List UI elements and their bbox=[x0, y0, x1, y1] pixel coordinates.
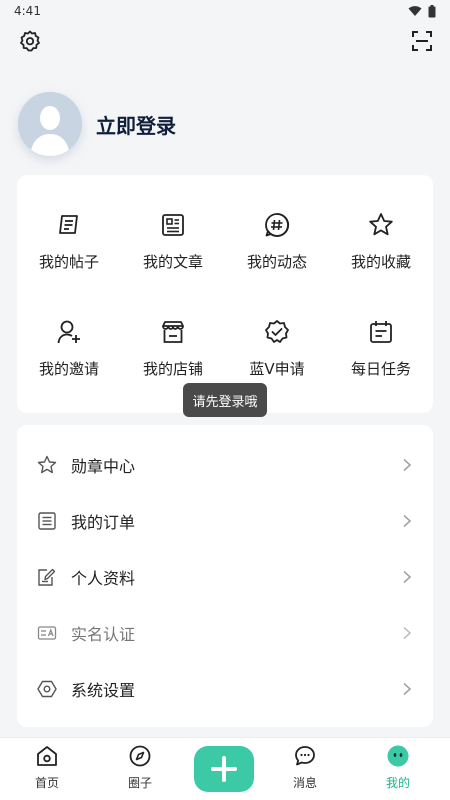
battery-icon bbox=[428, 4, 436, 17]
wifi-icon bbox=[408, 6, 422, 16]
grid-label: 我的店铺 bbox=[142, 360, 203, 378]
grid-item-my-moments[interactable]: 我的动态 bbox=[225, 189, 329, 296]
grid-label: 我的收藏 bbox=[350, 253, 411, 271]
star-icon bbox=[369, 213, 393, 236]
chevron-right-icon bbox=[403, 570, 412, 584]
grid-label: 每日任务 bbox=[350, 360, 411, 378]
grid-item-my-posts[interactable]: 我的帖子 bbox=[17, 189, 121, 296]
settings-button[interactable] bbox=[16, 27, 44, 55]
status-time: 4:41 bbox=[14, 4, 41, 18]
status-bar: 4:41 bbox=[0, 0, 450, 22]
post-icon bbox=[59, 215, 78, 234]
settings-list-card: 勋章中心 我的订单 个人资料 实名认证 系统设置 bbox=[17, 425, 433, 727]
list-label: 系统设置 bbox=[71, 681, 136, 700]
profile-face-icon bbox=[387, 745, 409, 767]
order-list-icon bbox=[38, 512, 56, 530]
article-icon bbox=[162, 214, 184, 236]
list-item-system-settings[interactable]: 系统设置 bbox=[17, 661, 433, 717]
avatar[interactable] bbox=[18, 92, 82, 156]
list-item-my-orders[interactable]: 我的订单 bbox=[17, 493, 433, 549]
nav-label: 我的 bbox=[385, 776, 410, 790]
default-avatar-icon bbox=[18, 92, 82, 156]
nav-circle[interactable]: 圈子 bbox=[110, 744, 170, 791]
list-label: 勋章中心 bbox=[71, 457, 136, 476]
list-label: 我的订单 bbox=[71, 513, 136, 532]
grid-label: 我的文章 bbox=[142, 253, 203, 271]
list-item-real-name-auth[interactable]: 实名认证 bbox=[17, 605, 433, 661]
grid-label: 我的邀请 bbox=[38, 360, 99, 378]
login-required-toast: 请先登录哦 bbox=[183, 383, 267, 417]
nav-label: 消息 bbox=[292, 776, 317, 790]
id-card-icon bbox=[37, 626, 57, 640]
plus-icon bbox=[211, 756, 237, 782]
home-icon bbox=[37, 746, 57, 766]
calendar-icon bbox=[370, 321, 392, 343]
chevron-right-icon bbox=[403, 514, 412, 528]
list-item-medal-center[interactable]: 勋章中心 bbox=[17, 437, 433, 493]
star-outline-icon bbox=[37, 455, 57, 474]
grid-label: 我的动态 bbox=[246, 253, 307, 271]
nav-mine[interactable]: 我的 bbox=[368, 744, 428, 791]
nav-label: 首页 bbox=[34, 776, 59, 790]
top-bar bbox=[0, 26, 450, 58]
verified-badge-icon bbox=[265, 320, 289, 343]
chat-bubble-icon bbox=[295, 746, 315, 766]
nav-label: 圈子 bbox=[127, 776, 152, 790]
nav-home[interactable]: 首页 bbox=[17, 744, 77, 791]
grid-item-my-favorites[interactable]: 我的收藏 bbox=[329, 189, 433, 296]
list-label: 个人资料 bbox=[71, 569, 136, 588]
hexagon-settings-icon bbox=[37, 680, 57, 698]
scan-button[interactable] bbox=[408, 27, 436, 55]
nav-messages[interactable]: 消息 bbox=[275, 744, 335, 791]
list-label: 实名认证 bbox=[71, 625, 136, 644]
grid-item-my-articles[interactable]: 我的文章 bbox=[121, 189, 225, 296]
grid-item-my-invites[interactable]: 我的邀请 bbox=[17, 296, 121, 403]
chevron-right-icon bbox=[403, 682, 412, 696]
status-icons bbox=[408, 4, 436, 18]
login-link[interactable]: 立即登录 bbox=[96, 110, 176, 139]
grid-label: 我的帖子 bbox=[38, 253, 99, 271]
list-item-personal-info[interactable]: 个人资料 bbox=[17, 549, 433, 605]
bottom-nav: 首页 圈子 消息 我的 bbox=[0, 737, 450, 800]
gear-icon bbox=[20, 30, 40, 52]
create-post-button[interactable] bbox=[194, 746, 254, 792]
profile-header[interactable]: 立即登录 bbox=[18, 92, 176, 156]
scan-icon bbox=[412, 31, 432, 51]
chevron-right-icon bbox=[403, 626, 412, 640]
hashtag-icon bbox=[265, 213, 290, 237]
compass-icon bbox=[129, 745, 151, 767]
store-icon bbox=[162, 321, 184, 343]
grid-item-daily-tasks[interactable]: 每日任务 bbox=[329, 296, 433, 403]
invite-user-icon bbox=[57, 320, 80, 344]
features-card: 我的帖子 我的文章 我的动态 我的收藏 我的邀请 我的店铺 蓝V申请 每日任务 bbox=[17, 175, 433, 413]
edit-profile-icon bbox=[38, 568, 56, 586]
chevron-right-icon bbox=[403, 458, 412, 472]
grid-label: 蓝V申请 bbox=[249, 360, 305, 378]
